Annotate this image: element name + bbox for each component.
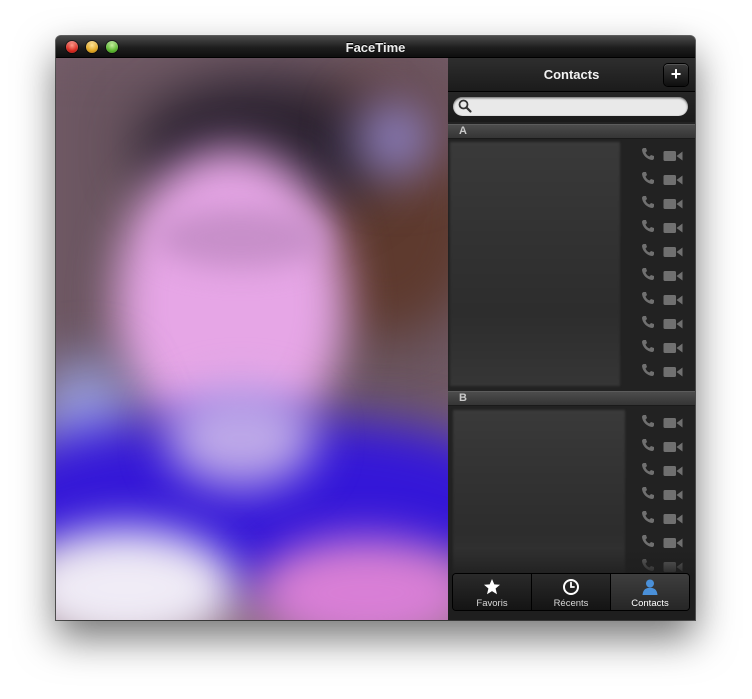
phone-icon[interactable]	[641, 363, 655, 377]
video-camera-icon[interactable]	[663, 365, 683, 377]
phone-icon[interactable]	[641, 486, 655, 500]
video-camera-icon[interactable]	[663, 245, 683, 257]
contacts-header: Contacts +	[448, 58, 695, 92]
video-camera-icon[interactable]	[663, 464, 683, 476]
phone-icon[interactable]	[641, 534, 655, 548]
video-camera-icon[interactable]	[663, 197, 683, 209]
facetime-window: FaceTime Contacts + A B Favoris Récents …	[56, 36, 695, 620]
tab-recents[interactable]: Récents	[532, 574, 611, 610]
phone-icon[interactable]	[641, 195, 655, 209]
tab-label: Récents	[553, 598, 589, 609]
phone-icon[interactable]	[641, 291, 655, 305]
video-camera-icon[interactable]	[663, 293, 683, 305]
search-bar	[448, 92, 695, 122]
phone-icon[interactable]	[641, 462, 655, 476]
phone-icon[interactable]	[641, 315, 655, 329]
video-camera-icon[interactable]	[663, 149, 683, 161]
contact-row-actions	[637, 481, 695, 505]
contact-row-actions	[637, 310, 695, 334]
phone-icon[interactable]	[641, 147, 655, 161]
section-header-b: B	[448, 391, 695, 406]
add-contact-button[interactable]: +	[664, 64, 688, 86]
contact-row-actions	[637, 334, 695, 358]
star-icon	[484, 579, 500, 595]
video-camera-icon[interactable]	[663, 269, 683, 281]
contact-row-actions	[637, 457, 695, 481]
title-bar[interactable]: FaceTime	[56, 36, 695, 58]
video-camera-icon[interactable]	[663, 173, 683, 185]
video-camera-icon[interactable]	[663, 221, 683, 233]
phone-icon[interactable]	[641, 267, 655, 281]
phone-icon[interactable]	[641, 510, 655, 524]
contact-row-actions	[637, 358, 695, 382]
camera-preview	[56, 58, 448, 620]
contact-names-blurred-a	[450, 142, 620, 386]
video-camera-icon[interactable]	[663, 440, 683, 452]
tab-contacts[interactable]: Contacts	[611, 574, 689, 610]
tab-label: Contacts	[631, 598, 669, 609]
contact-row-actions	[637, 214, 695, 238]
tab-favoris[interactable]: Favoris	[453, 574, 532, 610]
video-camera-icon[interactable]	[663, 488, 683, 500]
contacts-panel: Contacts + A B Favoris Récents Contacts	[448, 58, 695, 620]
contact-row-actions	[637, 142, 695, 166]
video-camera-icon[interactable]	[663, 512, 683, 524]
section-header-a: A	[448, 124, 695, 139]
phone-icon[interactable]	[641, 438, 655, 452]
phone-icon[interactable]	[641, 339, 655, 353]
contact-row-actions	[637, 262, 695, 286]
window-title: FaceTime	[345, 40, 406, 55]
contact-row-actions	[637, 286, 695, 310]
clock-icon	[563, 579, 579, 595]
contact-row-actions	[637, 190, 695, 214]
video-camera-icon[interactable]	[663, 317, 683, 329]
contact-row-actions	[637, 238, 695, 262]
phone-icon[interactable]	[641, 243, 655, 257]
tab-label: Favoris	[476, 598, 508, 609]
contact-row-actions	[637, 433, 695, 457]
contact-row-actions	[637, 409, 695, 433]
phone-icon[interactable]	[641, 219, 655, 233]
person-icon	[642, 579, 658, 595]
video-camera-icon[interactable]	[663, 341, 683, 353]
bottom-tab-bar: Favoris Récents Contacts	[453, 574, 689, 610]
search-icon	[458, 99, 472, 113]
contacts-title: Contacts	[543, 67, 600, 82]
video-camera-icon[interactable]	[663, 416, 683, 428]
video-camera-icon[interactable]	[663, 536, 683, 548]
search-input[interactable]	[453, 97, 688, 116]
phone-icon[interactable]	[641, 171, 655, 185]
phone-icon[interactable]	[641, 414, 655, 428]
contact-row-actions	[637, 166, 695, 190]
contact-row-actions	[637, 505, 695, 529]
